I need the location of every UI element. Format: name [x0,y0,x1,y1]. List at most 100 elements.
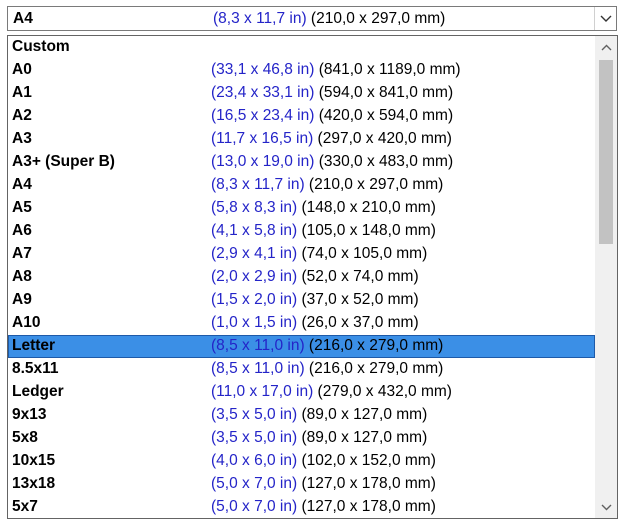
option-mm: (37,0 x 52,0 mm) [297,291,419,308]
option-inches: (4,0 x 6,0 in) [211,452,298,469]
option-name: Ledger [12,383,64,400]
option-name: A9 [12,291,32,308]
paper-size-option[interactable]: A5 (5,8 x 8,3 in) (148,0 x 210,0 mm) [8,197,595,220]
scrollbar[interactable] [595,36,617,518]
paper-size-option[interactable]: Ledger (11,0 x 17,0 in) (279,0 x 432,0 mm… [8,381,595,404]
paper-size-options: Custom A0 (33,1 x 46,8 in) (841,0 x 1189,0… [8,36,595,518]
option-dimensions: (11,7 x 16,5 in) (297,0 x 420,0 mm) [211,130,452,148]
option-dimensions: (2,0 x 2,9 in) (52,0 x 74,0 mm) [211,268,419,286]
option-inches: (5,0 x 7,0 in) [211,475,298,492]
option-name: A1 [12,84,32,101]
option-mm: (89,0 x 127,0 mm) [297,429,428,446]
option-inches: (5,8 x 8,3 in) [211,199,298,216]
option-inches: (8,3 x 11,7 in) [211,176,305,193]
scroll-down-button[interactable] [595,496,617,518]
option-mm: (279,0 x 432,0 mm) [313,383,452,400]
option-dimensions: (4,1 x 5,8 in) (105,0 x 148,0 mm) [211,222,436,240]
option-mm: (127,0 x 178,0 mm) [297,475,436,492]
option-mm: (330,0 x 483,0 mm) [314,153,454,170]
option-inches: (23,4 x 33,1 in) [211,84,315,101]
paper-size-option[interactable]: A3 (11,7 x 16,5 in) (297,0 x 420,0 mm) [8,128,595,151]
option-mm: (594,0 x 841,0 mm) [314,84,454,101]
option-inches: (2,9 x 4,1 in) [211,245,298,262]
paper-size-option[interactable]: 10x15 (4,0 x 6,0 in) (102,0 x 152,0 mm) [8,450,595,473]
option-dimensions: (13,0 x 19,0 in) (330,0 x 483,0 mm) [211,153,453,171]
combo-selected-dimensions: (8,3 x 11,7 in) (210,0 x 297,0 mm) [213,10,445,28]
paper-size-option[interactable]: 5x8 (3,5 x 5,0 in) (89,0 x 127,0 mm) [8,427,595,450]
paper-size-option[interactable]: A10 (1,0 x 1,5 in) (26,0 x 37,0 mm) [8,312,595,335]
option-name: A7 [12,245,32,262]
option-dimensions: (8,5 x 11,0 in) (216,0 x 279,0 mm) [211,337,443,355]
option-mm: (216,0 x 279,0 mm) [304,337,444,354]
paper-size-option[interactable]: A1 (23,4 x 33,1 in) (594,0 x 841,0 mm) [8,82,595,105]
option-dimensions: (3,5 x 5,0 in) (89,0 x 127,0 mm) [211,406,427,424]
option-mm: (297,0 x 420,0 mm) [313,130,452,147]
paper-size-option[interactable]: A8 (2,0 x 2,9 in) (52,0 x 74,0 mm) [8,266,595,289]
option-dimensions: (23,4 x 33,1 in) (594,0 x 841,0 mm) [211,84,453,102]
paper-size-option[interactable]: A4 (8,3 x 11,7 in) (210,0 x 297,0 mm) [8,174,595,197]
option-dimensions: (5,0 x 7,0 in) (127,0 x 178,0 mm) [211,475,436,493]
option-name: A6 [12,222,32,239]
option-mm: (74,0 x 105,0 mm) [297,245,428,262]
option-inches: (11,7 x 16,5 in) [211,130,314,147]
option-name: 5x8 [12,429,38,446]
option-name: A3 [12,130,32,147]
option-inches: (11,0 x 17,0 in) [211,383,314,400]
combo-selected-name: A4 [13,10,33,27]
option-mm: (26,0 x 37,0 mm) [297,314,419,331]
paper-size-combo-root: A4 (8,3 x 11,7 in) (210,0 x 297,0 mm) Cu… [0,0,628,527]
paper-size-option[interactable]: 5x7 (5,0 x 7,0 in) (127,0 x 178,0 mm) [8,496,595,518]
chevron-up-icon [601,44,611,50]
option-mm: (105,0 x 148,0 mm) [297,222,436,239]
option-inches: (1,5 x 2,0 in) [211,291,298,308]
option-mm: (210,0 x 297,0 mm) [304,176,444,193]
option-inches: (8,5 x 11,0 in) [211,360,305,377]
paper-size-option[interactable]: 9x13 (3,5 x 5,0 in) (89,0 x 127,0 mm) [8,404,595,427]
option-inches: (4,1 x 5,8 in) [211,222,298,239]
option-name: A4 [12,176,32,193]
option-dimensions: (2,9 x 4,1 in) (74,0 x 105,0 mm) [211,245,427,263]
combo-selected-inches: (8,3 x 11,7 in) [213,10,307,27]
paper-size-option[interactable]: A3+ (Super B) (13,0 x 19,0 in) (330,0 x 4… [8,151,595,174]
option-dimensions: (1,0 x 1,5 in) (26,0 x 37,0 mm) [211,314,419,332]
paper-size-option[interactable]: A2 (16,5 x 23,4 in) (420,0 x 594,0 mm) [8,105,595,128]
option-dimensions: (11,0 x 17,0 in) (279,0 x 432,0 mm) [211,383,452,401]
option-inches: (13,0 x 19,0 in) [211,153,315,170]
option-inches: (16,5 x 23,4 in) [211,107,315,124]
option-inches: (1,0 x 1,5 in) [211,314,298,331]
option-inches: (3,5 x 5,0 in) [211,429,298,446]
option-name: 10x15 [12,452,56,469]
option-mm: (216,0 x 279,0 mm) [304,360,444,377]
option-dimensions: (5,0 x 7,0 in) (127,0 x 178,0 mm) [211,498,436,516]
paper-size-combobox[interactable]: A4 (8,3 x 11,7 in) (210,0 x 297,0 mm) [7,6,617,31]
option-mm: (89,0 x 127,0 mm) [297,406,428,423]
scrollbar-thumb[interactable] [599,60,613,244]
paper-size-option[interactable]: A7 (2,9 x 4,1 in) (74,0 x 105,0 mm) [8,243,595,266]
chevron-down-icon [600,15,611,22]
option-dimensions: (8,3 x 11,7 in) (210,0 x 297,0 mm) [211,176,443,194]
option-dimensions: (5,8 x 8,3 in) (148,0 x 210,0 mm) [211,199,436,217]
option-inches: (8,5 x 11,0 in) [211,337,305,354]
paper-size-option[interactable]: 13x18 (5,0 x 7,0 in) (127,0 x 178,0 mm) [8,473,595,496]
paper-size-option[interactable]: A6 (4,1 x 5,8 in) (105,0 x 148,0 mm) [8,220,595,243]
paper-size-option[interactable]: Custom [8,36,595,59]
option-inches: (33,1 x 46,8 in) [211,61,315,78]
option-inches: (5,0 x 7,0 in) [211,498,298,515]
paper-size-option[interactable]: A0 (33,1 x 46,8 in) (841,0 x 1189,0 mm) [8,59,595,82]
option-name: A5 [12,199,32,216]
paper-size-option[interactable]: Letter (8,5 x 11,0 in) (216,0 x 279,0 mm) [8,335,595,358]
option-dimensions: (16,5 x 23,4 in) (420,0 x 594,0 mm) [211,107,453,125]
option-name: 13x18 [12,475,56,492]
paper-size-option[interactable]: 8.5x11 (8,5 x 11,0 in) (216,0 x 279,0 mm) [8,358,595,381]
option-dimensions: (1,5 x 2,0 in) (37,0 x 52,0 mm) [211,291,419,309]
option-mm: (52,0 x 74,0 mm) [297,268,419,285]
paper-size-option[interactable]: A9 (1,5 x 2,0 in) (37,0 x 52,0 mm) [8,289,595,312]
option-dimensions: (4,0 x 6,0 in) (102,0 x 152,0 mm) [211,452,436,470]
scroll-up-button[interactable] [595,36,617,58]
option-dimensions: (33,1 x 46,8 in) (841,0 x 1189,0 mm) [211,61,461,79]
option-inches: (3,5 x 5,0 in) [211,406,298,423]
option-mm: (841,0 x 1189,0 mm) [314,61,461,78]
option-mm: (127,0 x 178,0 mm) [297,498,436,515]
combo-dropdown-button[interactable] [594,7,616,30]
option-name: 8.5x11 [12,360,59,377]
